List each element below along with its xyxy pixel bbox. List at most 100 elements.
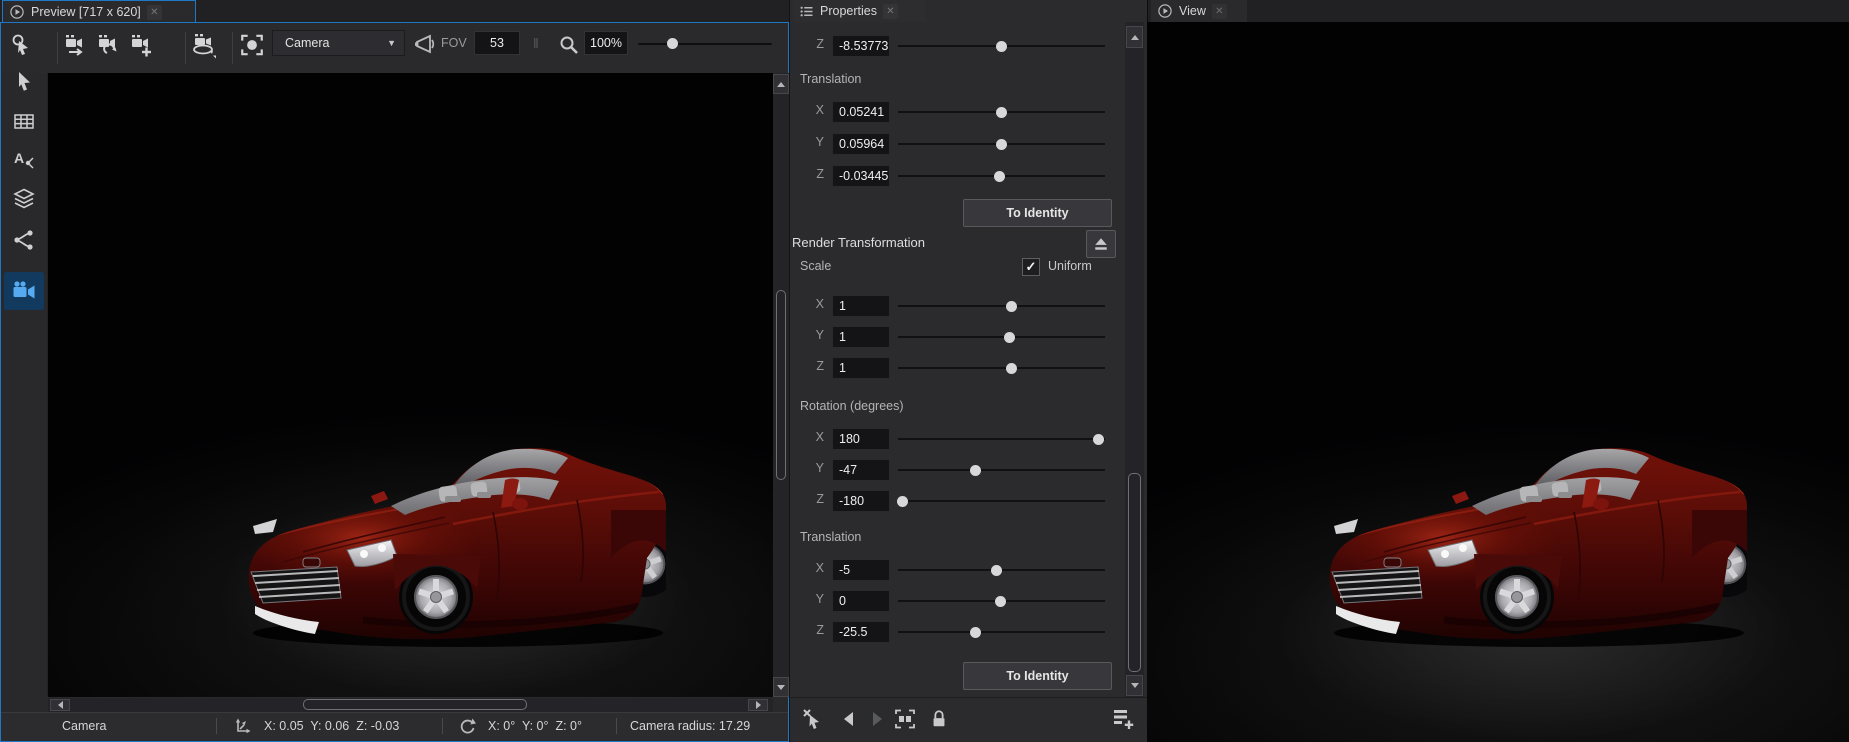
- add-to-list-icon[interactable]: [1110, 706, 1136, 732]
- pick-pointer-tool-icon[interactable]: [8, 31, 36, 59]
- lock-icon[interactable]: [926, 706, 952, 732]
- statusbar-separator: [616, 718, 617, 734]
- slider-handle[interactable]: [970, 627, 981, 638]
- value-input[interactable]: -25.5: [832, 621, 890, 643]
- statusbar-separator: [216, 718, 217, 734]
- slider-handle[interactable]: [970, 465, 981, 476]
- slider-handle[interactable]: [1006, 363, 1017, 374]
- preview-vscroll-down-button[interactable]: [773, 677, 789, 697]
- slider-handle[interactable]: [991, 565, 1002, 576]
- camera-orbit-tool-icon[interactable]: [190, 31, 218, 59]
- section-header: Rotation (degrees): [800, 399, 904, 413]
- slider-track[interactable]: [898, 336, 1105, 338]
- application-window: Preview [717 x 620] ✕ Camera ▼ FOV 53 ‖ …: [0, 0, 1849, 742]
- slider-handle[interactable]: [996, 41, 1007, 52]
- camera-rotate-tool-icon[interactable]: [95, 31, 123, 59]
- camera-move-tool-icon[interactable]: [62, 31, 90, 59]
- zoom-magnifier-icon: [555, 31, 583, 59]
- camera-select-dropdown[interactable]: Camera ▼: [272, 30, 405, 56]
- camera-select-value: Camera: [285, 36, 387, 50]
- slider-track[interactable]: [898, 367, 1105, 369]
- tab-preview[interactable]: Preview [717 x 620] ✕: [2, 0, 196, 23]
- preview-hscroll-right-button[interactable]: [748, 699, 768, 711]
- previous-button-icon[interactable]: [836, 706, 862, 732]
- slider-track[interactable]: [898, 305, 1105, 307]
- annotation-tool-icon[interactable]: A: [11, 146, 37, 172]
- view-viewport[interactable]: [1147, 22, 1849, 742]
- slider-track[interactable]: [898, 438, 1105, 440]
- properties-scroll-thumb[interactable]: [1128, 473, 1141, 672]
- fov-input[interactable]: 53: [474, 31, 520, 55]
- preview-hscroll-left-button[interactable]: [50, 699, 70, 711]
- properties-scroll-up-button[interactable]: [1126, 26, 1143, 48]
- slider-handle[interactable]: [897, 496, 908, 507]
- slider-handle[interactable]: [994, 171, 1005, 182]
- slider-track[interactable]: [898, 469, 1105, 471]
- slider-handle[interactable]: [996, 107, 1007, 118]
- statusbar-separator: [442, 718, 443, 734]
- upload-icon: [1092, 235, 1110, 253]
- value-input[interactable]: -180: [832, 490, 890, 512]
- checkbox-label: Uniform: [1048, 259, 1092, 273]
- node-graph-icon[interactable]: [11, 227, 37, 253]
- value-input[interactable]: 0: [832, 590, 890, 612]
- table-view-icon[interactable]: [11, 109, 37, 135]
- value-input[interactable]: 1: [832, 326, 890, 348]
- value-input[interactable]: -5: [832, 559, 890, 581]
- axis-label: Y: [800, 328, 824, 342]
- value-input[interactable]: 1: [832, 295, 890, 317]
- value-input[interactable]: 0.05964: [832, 133, 890, 155]
- tab-view[interactable]: View ✕: [1151, 0, 1247, 22]
- to-identity-button[interactable]: To Identity: [963, 199, 1112, 227]
- section-header: Translation: [800, 72, 861, 86]
- play-icon: [9, 4, 25, 20]
- camera-add-tool-icon[interactable]: [128, 31, 156, 59]
- statusbar-camera-label: Camera: [62, 719, 106, 733]
- focus-center-tool-icon[interactable]: [238, 31, 266, 59]
- deselect-icon[interactable]: [800, 706, 826, 732]
- value-input[interactable]: 1: [832, 357, 890, 379]
- car-render: [1324, 440, 1747, 650]
- preview-hscroll-thumb[interactable]: [303, 699, 527, 710]
- zoom-slider-track[interactable]: [638, 43, 772, 45]
- tab-view-close-icon[interactable]: ✕: [1212, 4, 1227, 19]
- fov-icon: [411, 31, 439, 59]
- axis-label: Z: [800, 359, 824, 373]
- value-input[interactable]: 180: [832, 428, 890, 450]
- preview-vscroll-thumb[interactable]: [776, 290, 786, 480]
- slider-handle[interactable]: [996, 139, 1007, 150]
- group-title: Render Transformation: [792, 235, 925, 250]
- translate-axis-icon: [234, 717, 252, 735]
- preview-viewport[interactable]: [48, 73, 773, 697]
- properties-scroll-down-button[interactable]: [1126, 675, 1143, 696]
- select-tool-icon[interactable]: [11, 68, 37, 94]
- axis-label: Z: [800, 492, 824, 506]
- value-input[interactable]: -8.53773: [832, 35, 890, 57]
- to-identity-button[interactable]: To Identity: [963, 662, 1112, 690]
- statusbar-rotation-value: X: 0° Y: 0° Z: 0°: [488, 719, 582, 733]
- tab-preview-title: Preview [717 x 620]: [31, 5, 141, 19]
- zoom-percentage-value[interactable]: 100%: [584, 31, 628, 55]
- preview-vscroll-up-button[interactable]: [773, 74, 789, 94]
- value-input[interactable]: -0.03445: [832, 165, 890, 187]
- statusbar-camera-radius: Camera radius: 17.29: [630, 719, 750, 733]
- slider-handle[interactable]: [1004, 332, 1015, 343]
- axis-label: Y: [800, 592, 824, 606]
- slider-handle[interactable]: [1093, 434, 1104, 445]
- value-input[interactable]: 0.05241: [832, 101, 890, 123]
- frame-capture-icon[interactable]: [892, 706, 918, 732]
- value-input[interactable]: -47: [832, 459, 890, 481]
- axis-label: Z: [800, 623, 824, 637]
- tab-preview-close-icon[interactable]: ✕: [147, 5, 162, 20]
- slider-track[interactable]: [898, 500, 1105, 502]
- uniform-checkbox[interactable]: ✓: [1022, 258, 1040, 276]
- toolbar-grip-icon[interactable]: ‖: [533, 35, 547, 57]
- camera-tool-icon[interactable]: [11, 278, 37, 304]
- layers-icon[interactable]: [11, 186, 37, 212]
- axis-label: Z: [800, 37, 824, 51]
- slider-handle[interactable]: [995, 596, 1006, 607]
- upload-button[interactable]: [1086, 230, 1116, 258]
- slider-track[interactable]: [898, 631, 1105, 633]
- slider-handle[interactable]: [1006, 301, 1017, 312]
- next-button-icon[interactable]: [864, 706, 890, 732]
